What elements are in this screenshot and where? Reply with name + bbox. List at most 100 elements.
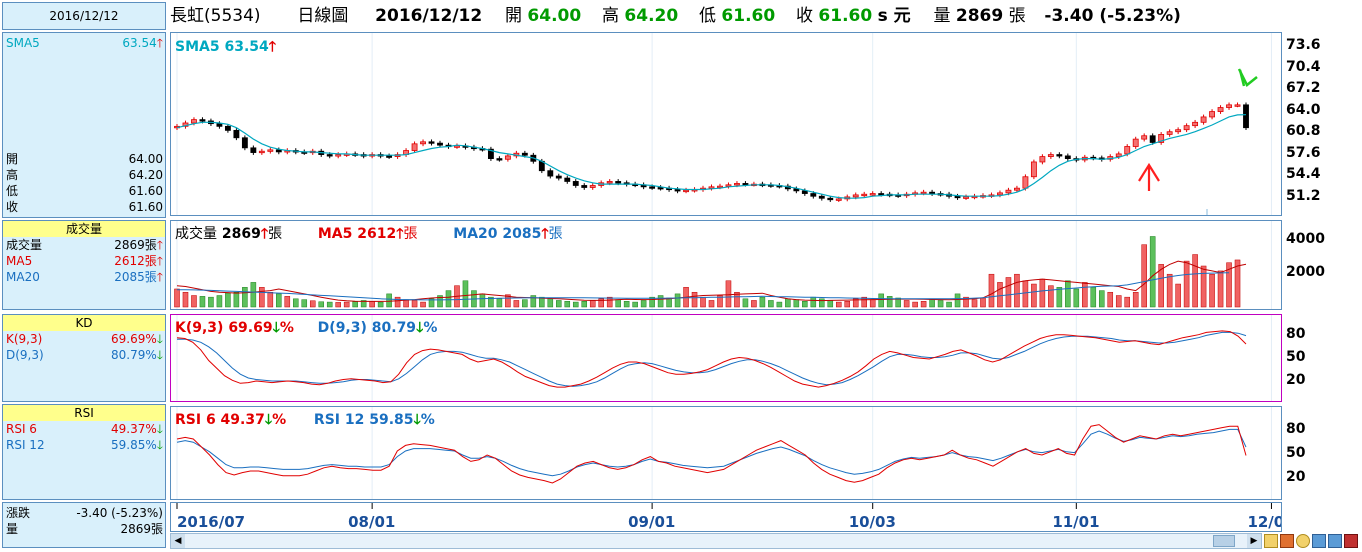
settings-icon[interactable]: [1264, 534, 1278, 548]
volume-bar: [445, 290, 452, 308]
candle-body: [1200, 116, 1207, 123]
volume-bar: [691, 291, 698, 308]
volume-bar: [225, 292, 231, 308]
rsi12-line: [176, 428, 1247, 477]
info-row: MA5 2612張🡑: [3, 253, 165, 269]
candle-body: [224, 125, 231, 131]
candle-body: [1175, 129, 1182, 133]
volume-bar: [386, 293, 392, 308]
arrow-up-icon: 🡑: [156, 270, 163, 284]
volume-panel[interactable]: 成交量 2869🡑張 MA5 2612🡑張 MA20 2085🡑張: [170, 220, 1282, 310]
candle-body: [683, 189, 689, 193]
volume-bar: [326, 301, 333, 308]
candle-body: [250, 147, 257, 153]
info-row: 低 61.60: [3, 183, 165, 199]
candle-body: [547, 170, 554, 177]
stock-name: 長虹(5534): [170, 6, 261, 26]
candle-body: [496, 158, 503, 161]
volume-bar: [1073, 288, 1080, 308]
volume-bar: [878, 293, 884, 308]
volume-bar: [1166, 273, 1173, 308]
candle-body: [997, 192, 1003, 196]
axis-tick-label: 57.6: [1286, 144, 1321, 161]
volume-bar: [369, 301, 375, 308]
candle-body: [1132, 138, 1139, 147]
candle-body: [1192, 121, 1199, 127]
volume-bar: [411, 300, 418, 308]
info-row: 收 61.60: [3, 199, 165, 215]
rsi-panel[interactable]: RSI 6 49.37🡓% RSI 12 59.85🡓%: [170, 406, 1282, 500]
info-row-label: MA5: [6, 254, 33, 268]
info-row-value: -3.40 (-5.23%): [76, 506, 163, 520]
rsi-info-panel: RSI RSI 6 49.37%🡓 RSI 12 59.85%🡓: [2, 404, 166, 500]
chart-type-icon[interactable]: [1344, 534, 1358, 548]
candle-body: [216, 123, 223, 127]
info-row-value: 2869張: [120, 522, 163, 536]
volume-bar: [343, 301, 350, 308]
kd-panel[interactable]: K(9,3) 69.69🡓% D(9,3) 80.79🡓%: [170, 314, 1282, 402]
info-row-label: 開: [6, 152, 19, 166]
info-row-value: 59.85%🡓: [110, 438, 163, 452]
volume-bar: [886, 296, 893, 308]
axis-tick-label: 51.2: [1286, 187, 1321, 204]
price-panel[interactable]: SMA5 63.54🡑: [170, 32, 1282, 216]
info-row-value: 2085張🡑: [114, 270, 163, 284]
volume-bar: [174, 288, 180, 308]
date-tick-label: 08/01: [348, 513, 395, 531]
kd-panel-title: K(9,3) 69.69🡓% D(9,3) 80.79🡓%: [175, 320, 438, 336]
zoom-in-icon[interactable]: [1312, 534, 1326, 548]
clock-icon[interactable]: [1296, 534, 1310, 548]
scroll-right-arrow[interactable]: ▶: [1247, 534, 1261, 548]
arrow-up-icon: 🡑: [268, 39, 277, 55]
candle-body: [734, 183, 740, 186]
date-box[interactable]: 2016/12/12: [2, 2, 166, 30]
arrow-up-icon: 🡑: [156, 36, 163, 50]
volume-bar: [420, 301, 426, 308]
candle-body: [267, 149, 274, 152]
info-row: MA20 2085張🡑: [3, 269, 165, 285]
scroll-left-arrow[interactable]: ◀: [171, 534, 185, 548]
volume-bar: [513, 300, 520, 308]
info-row-value: 61.60: [128, 200, 163, 214]
rsi6-line: [176, 424, 1247, 484]
candle-body: [1149, 135, 1156, 143]
kd-info-panel: KD K(9,3) 69.69%🡓 D(9,3) 80.79%🡓: [2, 314, 166, 402]
axis-tick-label: 54.4: [1286, 166, 1321, 183]
candle-body: [326, 154, 333, 157]
volume-bar: [1200, 265, 1207, 308]
volume-bar: [980, 297, 986, 308]
volume-bar: [267, 291, 274, 308]
volume-bar: [810, 296, 817, 308]
volume-bar: [606, 296, 613, 308]
axis-tick-label: 60.8: [1286, 123, 1321, 140]
candle-body: [920, 191, 927, 195]
info-row-value: 49.37%🡓: [110, 422, 163, 436]
candle-body: [233, 129, 240, 139]
date-tick-label: 2016/07: [177, 513, 245, 531]
scroll-thumb[interactable]: [1213, 535, 1235, 547]
candle-body: [1022, 176, 1029, 189]
info-row-value: 64.00: [128, 152, 163, 166]
arrow-up-icon: 🡑: [396, 226, 404, 242]
close-value: 61.60: [818, 6, 873, 26]
volume-bar: [309, 300, 316, 308]
volume-bar: [352, 301, 358, 308]
candle-body: [1030, 161, 1037, 178]
candle-body: [1243, 104, 1249, 129]
candle-body: [649, 186, 656, 189]
info-row: 漲跌 -3.40 (-5.23%): [3, 505, 165, 521]
candle-body: [1209, 111, 1215, 118]
zoom-out-icon[interactable]: [1328, 534, 1342, 548]
horizontal-scrollbar[interactable]: ◀ ▶: [170, 533, 1262, 549]
volume-bar: [869, 299, 876, 308]
info-row: D(9,3) 80.79%🡓: [3, 347, 165, 363]
camera-icon[interactable]: [1280, 534, 1294, 548]
low-label: 低: [699, 6, 717, 26]
volume-bar: [199, 296, 206, 308]
low-value: 61.60: [721, 6, 776, 26]
volume-bar: [242, 287, 248, 308]
candle-body: [1014, 187, 1020, 191]
candle-body: [674, 189, 681, 192]
axis-tick-label: 80: [1286, 326, 1306, 343]
volume-bar: [793, 299, 800, 308]
